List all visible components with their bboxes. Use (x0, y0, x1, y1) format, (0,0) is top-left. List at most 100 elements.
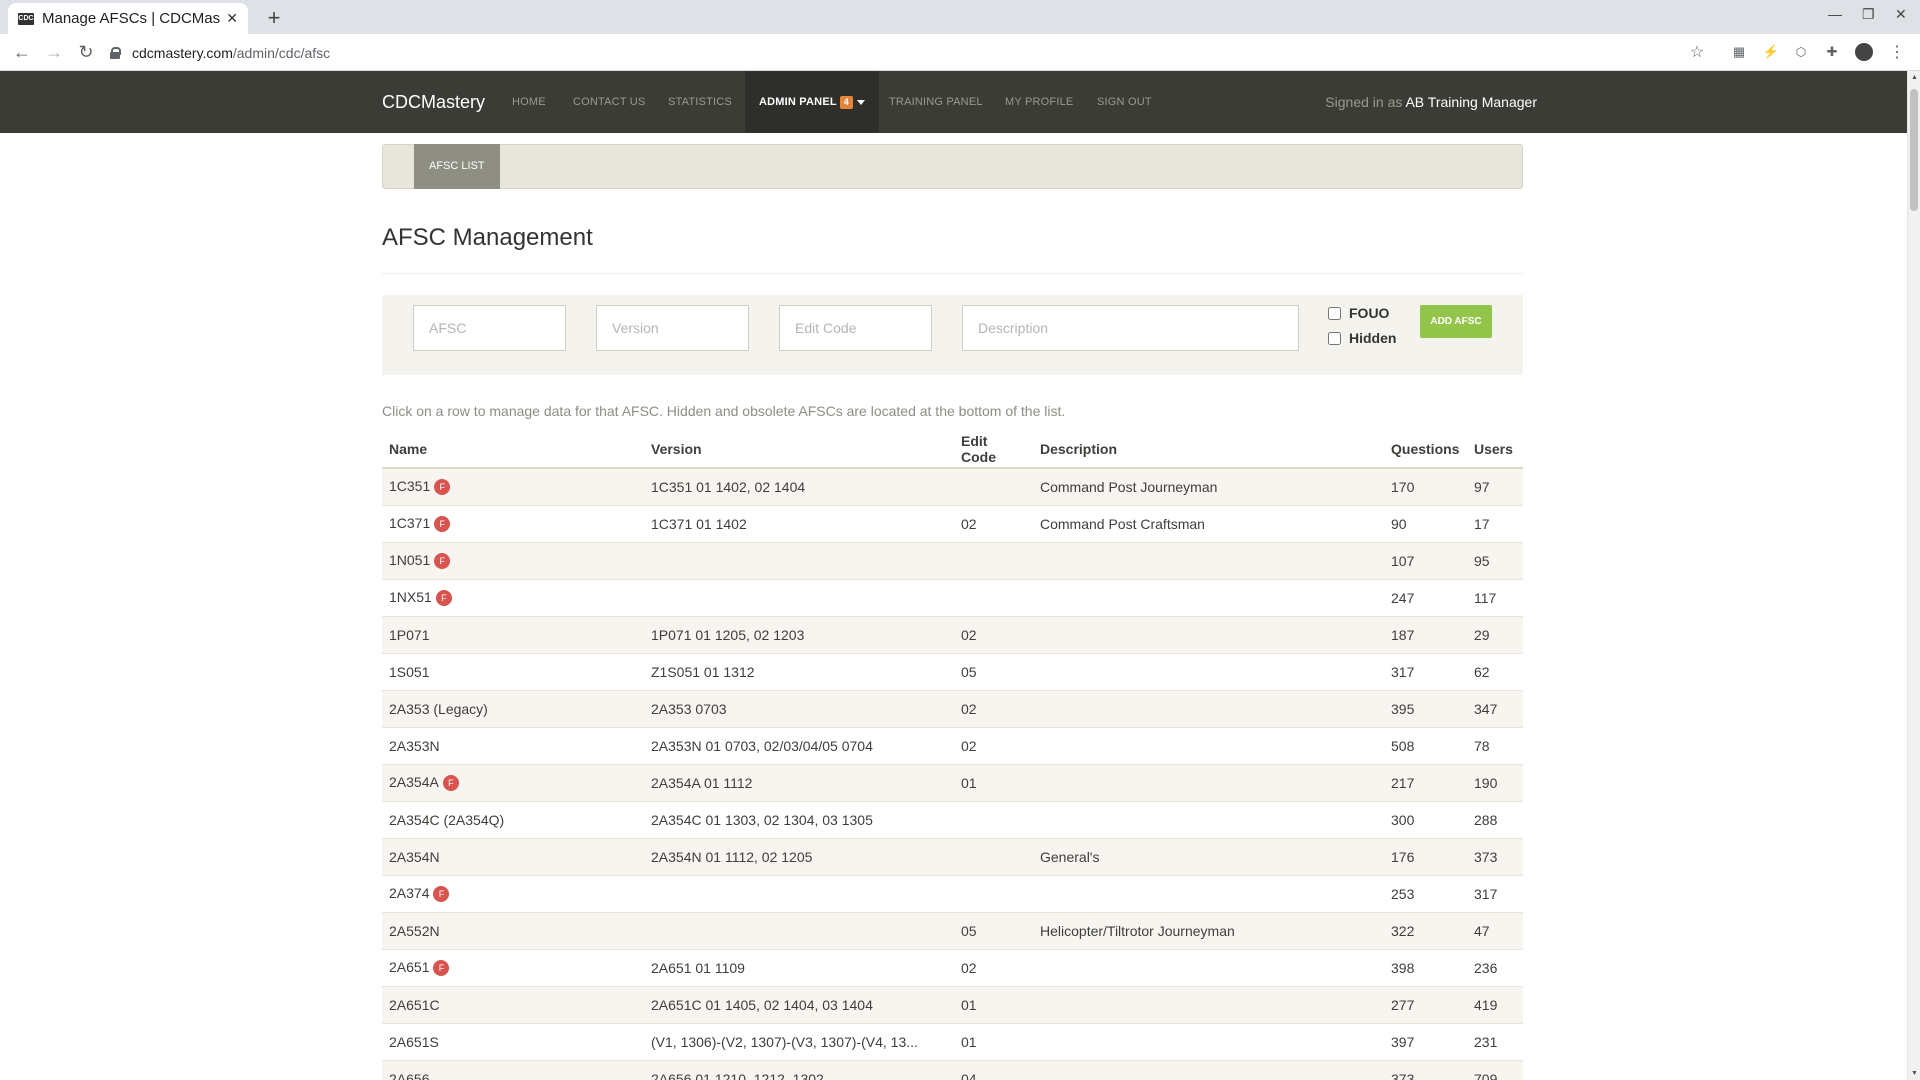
cell-name-text: 2A656 (389, 1070, 430, 1080)
minimize-icon[interactable]: — (1828, 6, 1842, 22)
puzzle-icon[interactable]: ✚ (1823, 43, 1841, 61)
cell-version: (V1, 1306)-(V2, 1307)-(V3, 1307)-(V4, 13… (644, 1022, 954, 1060)
cell-users: 97 (1467, 467, 1523, 505)
cell-version-text: 1C371 01 1402 (651, 515, 747, 532)
menu-kebab-icon[interactable]: ⋮ (1888, 43, 1906, 61)
restore-icon[interactable]: ❐ (1862, 6, 1875, 23)
table-row[interactable]: 2A651 F 2A651 01 1109 02 398 236 (382, 948, 1523, 986)
address-bar[interactable]: cdcmastery.com/admin/cdc/afsc (110, 38, 1710, 67)
cell-users: 347 (1467, 689, 1523, 727)
scrollbar-thumb[interactable] (1910, 89, 1918, 211)
scroll-down-arrow-icon[interactable]: ▼ (1911, 1070, 1918, 1077)
cell-name-text: 2A374 (389, 884, 430, 901)
table-row[interactable]: 2A353N 2A353N 01 0703, 02/03/04/05 0704 02… (382, 726, 1523, 764)
table-row[interactable]: 2A656 2A656 01 1210, 1212, 1302 04 373 709 (382, 1059, 1523, 1080)
column-header-users[interactable]: Users (1467, 430, 1523, 469)
afsc-input[interactable] (413, 305, 566, 351)
tab-afsc-list[interactable]: AFSC LIST (414, 144, 500, 189)
table-row[interactable]: 1C371 F 1C371 01 1402 02 Command Post Crafts… (382, 504, 1523, 542)
cell-edit-code-text: 05 (961, 922, 977, 939)
browser-tab[interactable]: CDC Manage AFSCs | CDCMastery ✕ (8, 3, 248, 34)
add-afsc-button[interactable]: ADD AFSC (1420, 305, 1492, 338)
nav-sign-out[interactable]: SIGN OUT (1097, 71, 1152, 133)
table-row[interactable]: 2A374 F 253 317 (382, 874, 1523, 912)
cell-questions: 398 (1384, 948, 1467, 986)
close-tab-icon[interactable]: ✕ (226, 10, 238, 27)
back-icon[interactable]: ← (10, 40, 34, 64)
signed-in-user[interactable]: AB Training Manager (1405, 94, 1537, 110)
cell-description (1033, 541, 1384, 579)
hidden-checkbox[interactable] (1328, 331, 1341, 345)
bookmark-star-icon[interactable]: ☆ (1688, 43, 1706, 61)
site-favicon-icon: CDC (18, 12, 34, 25)
table-row[interactable]: 1P071 1P071 01 1205, 02 1203 02 187 29 (382, 615, 1523, 653)
extension-icon[interactable]: ⚡ (1762, 43, 1780, 61)
cell-version: 1P071 01 1205, 02 1203 (644, 615, 954, 653)
nav-statistics[interactable]: STATISTICS (668, 71, 732, 133)
cell-questions-text: 247 (1391, 589, 1415, 606)
help-text: Click on a row to manage data for that A… (382, 403, 1066, 419)
table-row[interactable]: 2A552N 05 Helicopter/Tiltrotor Journeyman 3… (382, 911, 1523, 949)
page-title: AFSC Management (382, 224, 593, 251)
cell-description (1033, 763, 1384, 801)
avatar[interactable] (1855, 43, 1873, 61)
fouo-badge: F (433, 886, 450, 903)
browser-toolbar: ← → ↻ cdcmastery.com/admin/cdc/afsc ☆ ▦ … (0, 34, 1920, 71)
forward-icon[interactable]: → (42, 40, 66, 64)
cell-name-text: 1P071 (389, 626, 430, 643)
cell-name-text: 2A651C (389, 996, 440, 1013)
extension-icon[interactable]: ▦ (1730, 43, 1748, 61)
cell-questions: 217 (1384, 763, 1467, 801)
hidden-checkbox-label[interactable]: Hidden (1328, 330, 1396, 346)
table-row[interactable]: 2A651S (V1, 1306)-(V2, 1307)-(V3, 1307)-(… (382, 1022, 1523, 1060)
new-tab-button[interactable]: + (260, 4, 288, 32)
cell-name-text: 2A353 (Legacy) (389, 700, 488, 717)
edit-code-input[interactable] (779, 305, 932, 351)
table-row[interactable]: 1N051 F 107 95 (382, 541, 1523, 579)
table-row[interactable]: 2A353 (Legacy) 2A353 0703 02 395 347 (382, 689, 1523, 727)
reload-icon[interactable]: ↻ (74, 40, 98, 64)
cell-edit-code-text: 01 (961, 1033, 977, 1050)
nav-home[interactable]: HOME (512, 71, 546, 133)
brand-logo[interactable]: CDCMastery (382, 71, 485, 133)
cell-users-text: 347 (1474, 700, 1498, 717)
nav-admin-panel[interactable]: ADMIN PANEL 4 (745, 71, 879, 133)
column-header-version[interactable]: Version (644, 430, 954, 469)
cell-questions-text: 373 (1391, 1070, 1415, 1080)
column-header-questions[interactable]: Questions (1384, 430, 1467, 469)
extension-icon[interactable]: ⬡ (1792, 43, 1810, 61)
cell-name: 2A353 (Legacy) (382, 689, 644, 727)
cell-edit-code (954, 541, 1033, 579)
close-window-icon[interactable]: ✕ (1895, 6, 1907, 23)
cell-name: 2A354C (2A354Q) (382, 800, 644, 838)
cell-questions-text: 187 (1391, 626, 1415, 643)
column-header-description[interactable]: Description (1033, 430, 1384, 469)
table-row[interactable]: 1S051 Z1S051 01 1312 05 317 62 (382, 652, 1523, 690)
column-header-edit-code[interactable]: Edit Code (954, 430, 1033, 469)
nav-admin-panel-label: ADMIN PANEL (759, 96, 837, 108)
nav-training-panel[interactable]: TRAINING PANEL (889, 71, 983, 133)
table-row[interactable]: 1C351 F 1C351 01 1402, 02 1404 Command Post… (382, 467, 1523, 505)
table-row[interactable]: 1NX51 F 247 117 (382, 578, 1523, 616)
table-row[interactable]: 2A354A F 2A354A 01 1112 01 217 190 (382, 763, 1523, 801)
cell-users-text: 95 (1474, 552, 1490, 569)
cell-name: 1C371 F (382, 504, 644, 542)
add-afsc-form: FOUO Hidden ADD AFSC (382, 295, 1523, 375)
description-input[interactable] (962, 305, 1299, 351)
scroll-up-arrow-icon[interactable]: ▲ (1911, 74, 1918, 81)
cell-name-text: 1C371 (389, 514, 431, 531)
cell-questions-text: 107 (1391, 552, 1415, 569)
cell-version (644, 578, 954, 616)
fouo-checkbox[interactable] (1328, 306, 1341, 320)
table-row[interactable]: 2A651C 2A651C 01 1405, 02 1404, 03 1404 01… (382, 985, 1523, 1023)
column-header-name[interactable]: Name (382, 430, 644, 469)
nav-my-profile[interactable]: MY PROFILE (1005, 71, 1073, 133)
table-row[interactable]: 2A354N 2A354N 01 1112, 02 1205 General's 17… (382, 837, 1523, 875)
version-input[interactable] (596, 305, 749, 351)
table-row[interactable]: 2A354C (2A354Q) 2A354C 01 1303, 02 1304, … (382, 800, 1523, 838)
fouo-checkbox-label[interactable]: FOUO (1328, 305, 1389, 321)
page-scrollbar[interactable]: ▲ ▼ (1907, 71, 1920, 1080)
cell-name: 2A552N (382, 911, 644, 949)
nav-contact-us[interactable]: CONTACT US (573, 71, 646, 133)
cell-description: Helicopter/Tiltrotor Journeyman (1033, 911, 1384, 949)
